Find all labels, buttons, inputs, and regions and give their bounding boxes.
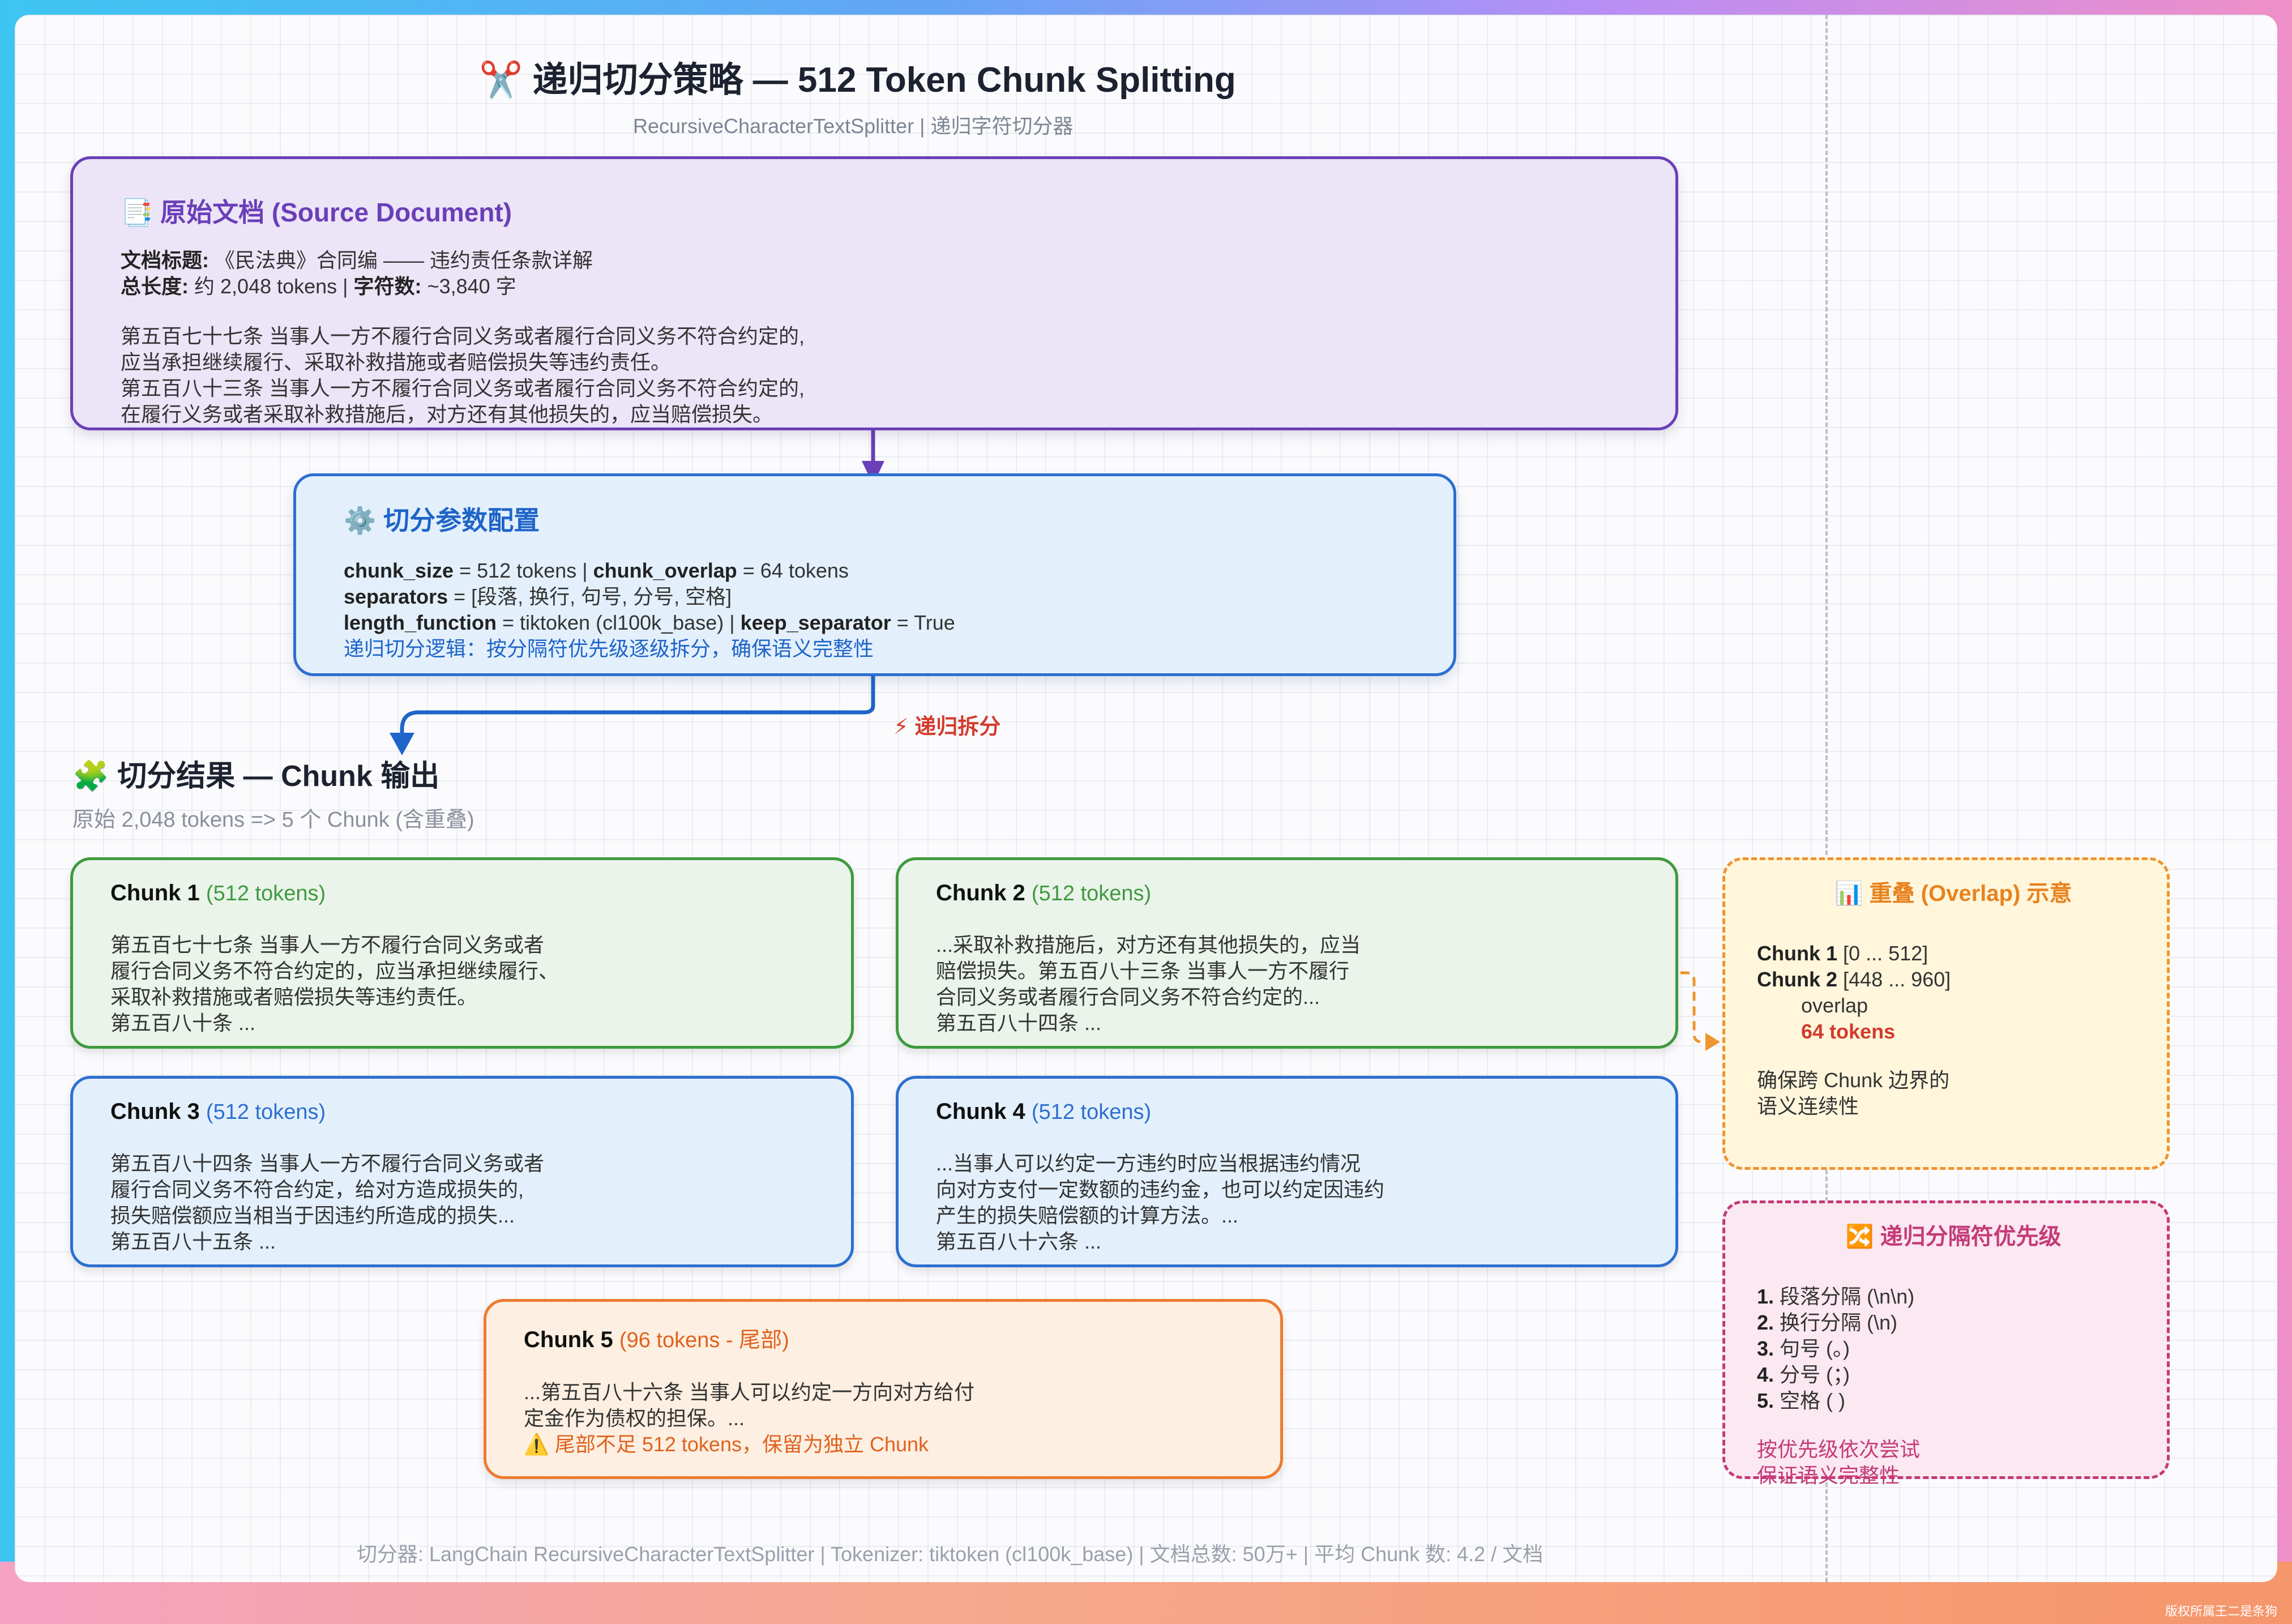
results-subtitle: 原始 2,048 tokens => 5 个 Chunk (含重叠) [72,808,474,832]
overlap-word: overlap [1801,994,1868,1017]
separator-item: 3. 句号 (。) [1757,1337,1850,1360]
chunk-text-line: 赔偿损失。第五百八十三条 当事人一方不履行 [936,959,1350,982]
chunk-tail-warning: ⚠️ 尾部不足 512 tokens，保留为独立 Chunk [524,1433,929,1456]
chunk-text-line: 第五百八十四条 当事人一方不履行合同义务或者 [110,1152,545,1175]
chunk-card-2: Chunk 2 (512 tokens) ...采取补救措施后，对方还有其他损失… [896,857,1678,1049]
doc-title-line: 文档标题: 《民法典》合同编 —— 违约责任条款详解 [121,249,593,272]
chunk-card-1: Chunk 1 (512 tokens) 第五百七十七条 当事人一方不履行合同义… [70,857,854,1049]
chunk-text-line: 履行合同义务不符合约定，给对方造成损失的, [110,1178,524,1201]
source-excerpt-line: 在履行义务或者采取补救措施后，对方还有其他损失的，应当赔偿损失。 [121,403,773,426]
doc-length-line: 总长度: 约 2,048 tokens | 字符数: ~3,840 字 [121,275,516,298]
separator-note-line: 按优先级依次尝试 [1757,1438,1921,1461]
chunk-text-line: 定金作为债权的担保。... [524,1407,745,1430]
source-excerpt-line: 应当承担继续履行、采取补救措施或者赔偿损失等违约责任。 [121,351,672,374]
source-excerpt-line: 第五百七十七条 当事人一方不履行合同义务或者履行合同义务不符合约定的, [121,324,805,348]
puzzle-icon: 🧩 [72,760,109,793]
chunk-text-line: 第五百八十条 ... [110,1011,256,1035]
overlap-chunk2-range: Chunk 2 [448 ... 960] [1757,968,1951,991]
config-heading: ⚙️ 切分参数配置 [344,506,540,535]
chunk-text-line: ...当事人可以约定一方违约时应当根据违约情况 [936,1152,1361,1175]
shuffle-icon: 🔀 [1845,1224,1874,1249]
chunk-card-5: Chunk 5 (96 tokens - 尾部) ...第五百八十六条 当事人可… [484,1299,1283,1479]
separator-item: 5. 空格 ( ) [1757,1389,1846,1412]
overlap-chunk1-range: Chunk 1 [0 ... 512] [1757,942,1928,965]
chunk-text-line: 采取补救措施或者赔偿损失等违约责任。 [110,985,478,1008]
document-icon: 📑 [121,198,153,227]
results-title: 🧩 切分结果 — Chunk 输出 [72,760,440,793]
watermark: 版权所属王二是条狗 [2165,1604,2277,1618]
gear-icon: ⚙️ [344,506,377,535]
config-line-length-fn: length_function = tiktoken (cl100k_base)… [344,611,955,634]
overlap-tokens: 64 tokens [1801,1020,1896,1043]
overlap-note-line: 确保跨 Chunk 边界的 [1757,1069,1950,1092]
chunk-text-line: 第五百八十五条 ... [110,1230,276,1253]
chunk-text-line: ...第五百八十六条 当事人可以约定一方向对方给付 [524,1381,975,1404]
chunk-text-line: 第五百八十四条 ... [936,1011,1102,1035]
separator-item: 1. 段落分隔 (\n\n) [1757,1285,1915,1308]
separator-heading: 🔀 递归分隔符优先级 [1845,1224,2062,1249]
separator-priority-panel: 🔀 递归分隔符优先级 1. 段落分隔 (\n\n) 2. 换行分隔 (\n) 3… [1722,1200,2170,1487]
config-line-size: chunk_size = 512 tokens | chunk_overlap … [344,559,849,582]
diagram-canvas: ✂️ 递归切分策略 — 512 Token Chunk Splitting Re… [15,15,2277,1582]
scissors-icon: ✂️ [479,61,523,100]
page-title: ✂️ 递归切分策略 — 512 Token Chunk Splitting [479,51,1236,102]
separator-item: 4. 分号 (；) [1757,1363,1850,1386]
chunk-card-3: Chunk 3 (512 tokens) 第五百八十四条 当事人一方不履行合同义… [70,1076,854,1267]
overlap-panel: 📊 重叠 (Overlap) 示意 Chunk 1 [0 ... 512] Ch… [1722,857,2170,1170]
source-document-box: 📑 原始文档 (Source Document) 文档标题: 《民法典》合同编 … [70,156,1678,430]
source-excerpt-line: 第五百八十三条 当事人一方不履行合同义务或者履行合同义务不符合约定的, [121,377,805,400]
chunk-text-line: 产生的损失赔偿额的计算方法。... [936,1204,1239,1227]
config-logic-note: 递归切分逻辑：按分隔符优先级逐级拆分，确保语义完整性 [344,637,874,660]
separator-note-line: 保证语义完整性 [1757,1464,1900,1487]
overlap-note-line: 语义连续性 [1757,1095,1859,1118]
separator-item: 2. 换行分隔 (\n) [1757,1311,1898,1334]
recursive-split-label: ⚡ 递归拆分 [893,715,1001,739]
footer-caption: 切分器: LangChain RecursiveCharacterTextSpl… [357,1542,1543,1566]
chunk-text-line: ...采取补救措施后，对方还有其他损失的，应当 [936,933,1361,956]
overlap-heading: 📊 重叠 (Overlap) 示意 [1835,881,2072,906]
chunk-text-line: 第五百七十七条 当事人一方不履行合同义务或者 [110,933,545,956]
chunk-text-line: 合同义务或者履行合同义务不符合约定的... [936,985,1320,1008]
page-title-text: 递归切分策略 — 512 Token Chunk Splitting [532,61,1236,100]
source-heading: 📑 原始文档 (Source Document) [121,198,512,227]
chunk-text-line: 损失赔偿额应当相当于因违约所造成的损失... [110,1204,515,1227]
config-to-results-arrow [400,676,875,737]
chunk-card-4: Chunk 4 (512 tokens) ...当事人可以约定一方违约时应当根据… [896,1076,1678,1267]
bar-chart-icon: 📊 [1835,881,1863,906]
chunk-text-line: 第五百八十六条 ... [936,1230,1102,1253]
page-subtitle: RecursiveCharacterTextSplitter | 递归字符切分器 [633,114,1074,138]
split-config-box: ⚙️ 切分参数配置 chunk_size = 512 tokens | chun… [293,473,1456,676]
chunk-text-line: 向对方支付一定数额的违约金，也可以约定因违约 [936,1178,1385,1201]
chunk2-to-overlap-arrowhead [1705,1033,1720,1051]
config-line-separators: separators = [段落, 换行, 句号, 分号, 空格] [344,585,732,608]
chunk-text-line: 履行合同义务不符合约定的，应当承担继续履行、 [110,959,559,982]
